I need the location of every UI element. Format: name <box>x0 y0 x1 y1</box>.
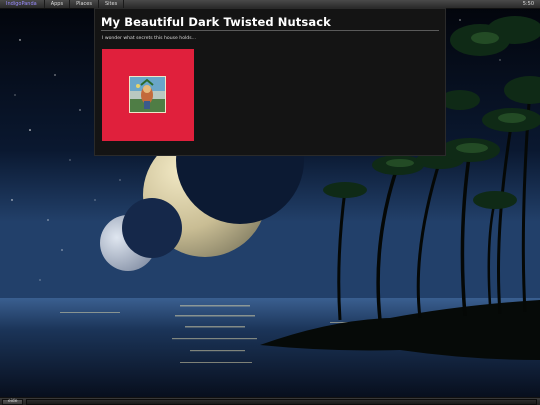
page-title: My Beautiful Dark Twisted Nutsack <box>101 15 331 29</box>
title-divider <box>101 30 439 31</box>
album-artwork <box>129 76 166 113</box>
task-list-area[interactable] <box>26 398 537 405</box>
taskbar-item[interactable]: eide <box>2 398 24 405</box>
album-cover-image[interactable] <box>102 49 194 141</box>
bottom-panel: eide <box>0 397 540 405</box>
apps-menu[interactable]: Apps <box>45 0 71 8</box>
places-menu[interactable]: Places <box>70 0 99 8</box>
page-subtitle: I wonder what secrets this house holds..… <box>102 36 196 41</box>
panel-clock[interactable]: 5:50 <box>523 1 540 7</box>
sites-menu[interactable]: Sites <box>99 0 125 8</box>
content-window: My Beautiful Dark Twisted Nutsack I wond… <box>94 8 446 156</box>
app-menu-button[interactable]: IndigoPanda <box>0 0 45 8</box>
